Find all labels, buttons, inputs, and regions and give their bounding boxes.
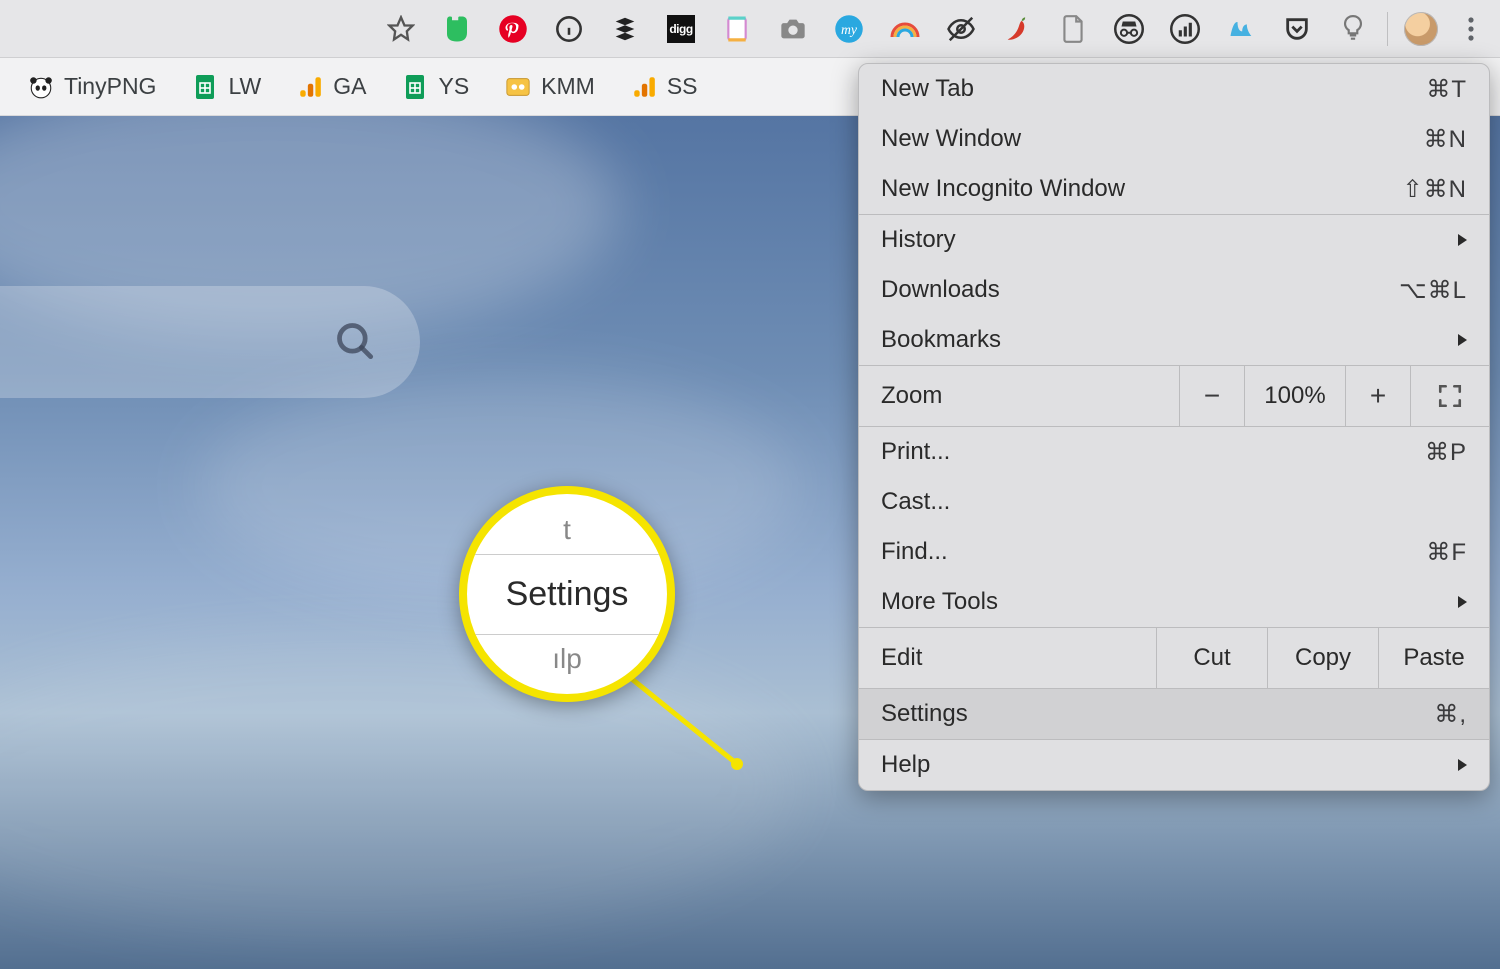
submenu-arrow-icon: [1458, 334, 1467, 346]
menu-shortcut: ⌘N: [1424, 125, 1467, 154]
menu-label: More Tools: [881, 588, 998, 616]
menu-label: New Window: [881, 125, 1021, 153]
menu-zoom-row: Zoom − 100% +: [859, 366, 1489, 426]
svg-text:my: my: [841, 22, 858, 37]
menu-label: Settings: [881, 700, 968, 728]
fullscreen-button[interactable]: [1410, 366, 1489, 426]
menu-label: New Tab: [881, 75, 974, 103]
menu-label: New Incognito Window: [881, 175, 1125, 203]
menu-label: Zoom: [881, 382, 942, 410]
digg-icon[interactable]: digg: [665, 13, 697, 45]
menu-new-window[interactable]: New Window ⌘N: [859, 114, 1489, 164]
wave-icon[interactable]: [1225, 13, 1257, 45]
bookmark-label: SS: [667, 73, 698, 100]
submenu-arrow-icon: [1458, 234, 1467, 246]
note-icon[interactable]: [721, 13, 753, 45]
buffer-icon[interactable]: [609, 13, 641, 45]
bookmark-ga[interactable]: GA: [283, 67, 380, 106]
bookmark-tinypng[interactable]: TinyPNG: [14, 67, 170, 106]
menu-shortcut: ⌥⌘L: [1399, 276, 1467, 305]
toolbar-separator: [1387, 12, 1388, 46]
analytics-icon: [297, 74, 323, 100]
search-pill[interactable]: [0, 286, 420, 398]
bookmark-label: TinyPNG: [64, 73, 156, 100]
menu-label: Cast...: [881, 488, 950, 516]
menu-history[interactable]: History: [859, 215, 1489, 265]
eye-off-icon[interactable]: [945, 13, 977, 45]
bookmark-ss[interactable]: SS: [617, 67, 712, 106]
menu-label: Print...: [881, 438, 950, 466]
menu-shortcut: ⌘P: [1425, 438, 1467, 467]
bookmark-ys[interactable]: YS: [388, 67, 483, 106]
chrome-main-menu: New Tab ⌘T New Window ⌘N New Incognito W…: [858, 63, 1490, 791]
menu-help[interactable]: Help: [859, 740, 1489, 790]
menu-label: Bookmarks: [881, 326, 1001, 354]
search-icon: [334, 320, 378, 364]
my-icon[interactable]: my: [833, 13, 865, 45]
evernote-icon[interactable]: [441, 13, 473, 45]
menu-shortcut: ⌘T: [1426, 75, 1467, 104]
bookmark-label: GA: [333, 73, 366, 100]
zoom-in-button[interactable]: +: [1345, 366, 1410, 426]
zoom-out-button[interactable]: −: [1179, 366, 1244, 426]
camera-icon[interactable]: [777, 13, 809, 45]
menu-cast[interactable]: Cast...: [859, 477, 1489, 527]
menu-shortcut: ⌘F: [1426, 538, 1467, 567]
callout-fragment-top: t: [467, 510, 667, 555]
pocket-icon[interactable]: [1281, 13, 1313, 45]
bookmark-lw[interactable]: LW: [178, 67, 275, 106]
fullscreen-icon: [1437, 383, 1463, 409]
menu-edit-row: Edit Cut Copy Paste: [859, 628, 1489, 688]
chrome-menu-button[interactable]: [1452, 10, 1490, 48]
menu-new-tab[interactable]: New Tab ⌘T: [859, 64, 1489, 114]
menu-label: Find...: [881, 538, 948, 566]
menu-label: History: [881, 226, 956, 254]
submenu-arrow-icon: [1458, 596, 1467, 608]
bookmark-label: KMM: [541, 73, 595, 100]
chart-icon[interactable]: [1169, 13, 1201, 45]
bulb-icon[interactable]: [1337, 13, 1369, 45]
extension-toolbar: digg my: [0, 0, 1500, 58]
edit-cut-button[interactable]: Cut: [1156, 628, 1267, 688]
incognito-icon[interactable]: [1113, 13, 1145, 45]
menu-shortcut: ⌘,: [1434, 700, 1467, 729]
info-icon[interactable]: [553, 13, 585, 45]
menu-bookmarks[interactable]: Bookmarks: [859, 315, 1489, 365]
settings-callout: t Settings ılp: [459, 486, 675, 702]
submenu-arrow-icon: [1458, 759, 1467, 771]
menu-downloads[interactable]: Downloads ⌥⌘L: [859, 265, 1489, 315]
callout-main-label: Settings: [467, 555, 667, 634]
chili-icon[interactable]: [1001, 13, 1033, 45]
bookmark-label: YS: [438, 73, 469, 100]
doc-icon[interactable]: [1057, 13, 1089, 45]
menu-shortcut: ⇧⌘N: [1403, 175, 1467, 204]
sheets-icon: [192, 74, 218, 100]
pinterest-icon[interactable]: [497, 13, 529, 45]
menu-more-tools[interactable]: More Tools: [859, 577, 1489, 627]
sheets-icon: [402, 74, 428, 100]
zoom-value: 100%: [1244, 366, 1345, 426]
panda-icon: [28, 74, 54, 100]
bookmark-kmm[interactable]: KMM: [491, 67, 609, 106]
edit-copy-button[interactable]: Copy: [1267, 628, 1378, 688]
profile-avatar[interactable]: [1404, 12, 1438, 46]
bookmark-label: LW: [228, 73, 261, 100]
callout-fragment-bottom: ılp: [467, 634, 667, 679]
menu-label: Edit: [881, 644, 922, 672]
rainbow-icon[interactable]: [889, 13, 921, 45]
menu-new-incognito[interactable]: New Incognito Window ⇧⌘N: [859, 164, 1489, 214]
menu-settings[interactable]: Settings ⌘,: [859, 689, 1489, 739]
star-icon[interactable]: [385, 13, 417, 45]
kmm-icon: [505, 74, 531, 100]
menu-label: Help: [881, 751, 930, 779]
edit-paste-button[interactable]: Paste: [1378, 628, 1489, 688]
menu-label: Downloads: [881, 276, 1000, 304]
analytics-icon: [631, 74, 657, 100]
menu-print[interactable]: Print... ⌘P: [859, 427, 1489, 477]
menu-find[interactable]: Find... ⌘F: [859, 527, 1489, 577]
